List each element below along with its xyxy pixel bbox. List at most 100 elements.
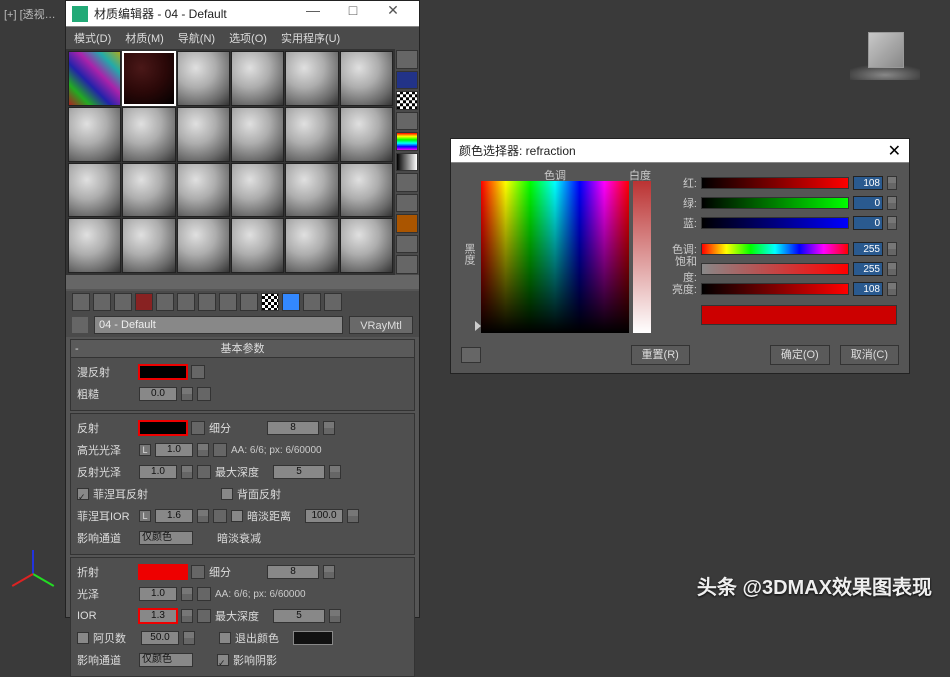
select-by-material-icon[interactable]: [396, 194, 418, 213]
spin-buttons[interactable]: [887, 282, 897, 296]
maximize-button[interactable]: □: [333, 2, 373, 26]
put-to-scene-icon[interactable]: [93, 293, 111, 311]
diffuse-swatch[interactable]: [139, 365, 187, 379]
sat-value[interactable]: 255: [853, 262, 883, 276]
spin-buttons[interactable]: [887, 196, 897, 210]
material-name-input[interactable]: [94, 316, 343, 334]
spin-buttons[interactable]: [197, 443, 209, 457]
spin-buttons[interactable]: [323, 421, 335, 435]
refract-swatch[interactable]: [139, 565, 187, 579]
material-slot[interactable]: [231, 218, 284, 273]
menu-options[interactable]: 选项(O): [229, 30, 267, 46]
hue-value[interactable]: 255: [853, 242, 883, 256]
view-cube[interactable]: [850, 30, 920, 80]
hilight-gloss-spinner[interactable]: 1.0: [155, 443, 193, 457]
axis-gizmo[interactable]: [8, 544, 58, 594]
sample-scrollbar[interactable]: [66, 275, 419, 289]
abbe-spinner[interactable]: 50.0: [141, 631, 179, 645]
tool-icon[interactable]: [396, 235, 418, 254]
affect-channel2-dropdown[interactable]: 仅颜色: [139, 653, 193, 667]
green-value[interactable]: 0: [853, 196, 883, 210]
reflect-map-button[interactable]: [191, 421, 205, 435]
material-slot[interactable]: [231, 107, 284, 162]
material-slot[interactable]: [177, 107, 230, 162]
get-material-icon[interactable]: [72, 293, 90, 311]
material-slot[interactable]: [285, 218, 338, 273]
fresnel-checkbox[interactable]: [77, 488, 89, 500]
dim-dist-spinner[interactable]: 100.0: [305, 509, 343, 523]
tool-icon[interactable]: [396, 255, 418, 274]
spin-buttons[interactable]: [183, 631, 195, 645]
material-slot[interactable]: [68, 107, 121, 162]
green-slider[interactable]: [701, 197, 849, 209]
material-slot[interactable]: [340, 107, 393, 162]
subdiv-spinner[interactable]: 8: [267, 421, 319, 435]
spin-buttons[interactable]: [181, 587, 193, 601]
material-slot[interactable]: [177, 51, 230, 106]
material-slot[interactable]: [122, 107, 175, 162]
material-slot[interactable]: [285, 107, 338, 162]
rough-spinner[interactable]: 0.0: [139, 387, 177, 401]
menu-util[interactable]: 实用程序(U): [281, 30, 340, 46]
go-to-parent-icon[interactable]: [282, 293, 300, 311]
material-slot[interactable]: [231, 51, 284, 106]
hue-slider[interactable]: [701, 243, 849, 255]
blue-slider[interactable]: [701, 217, 849, 229]
material-slot[interactable]: [68, 218, 121, 273]
affect-channel-dropdown[interactable]: 仅颜色: [139, 531, 193, 545]
cancel-button[interactable]: 取消(C): [840, 345, 899, 365]
rollout-header[interactable]: -基本参数: [71, 340, 414, 358]
menu-nav[interactable]: 导航(N): [178, 30, 215, 46]
val-value[interactable]: 108: [853, 282, 883, 296]
material-slot[interactable]: [68, 163, 121, 218]
max-depth2-spinner[interactable]: 5: [273, 609, 325, 623]
whiteness-slider[interactable]: 白度: [633, 181, 651, 333]
spin-buttons[interactable]: [323, 565, 335, 579]
tool-icon[interactable]: [324, 293, 342, 311]
pick-material-icon[interactable]: [72, 317, 88, 333]
material-id-icon[interactable]: [219, 293, 237, 311]
show-map-viewport-icon[interactable]: [261, 293, 279, 311]
material-slot[interactable]: [231, 163, 284, 218]
spin-buttons[interactable]: [181, 387, 193, 401]
put-to-library-icon[interactable]: [198, 293, 216, 311]
val-slider[interactable]: [701, 283, 849, 295]
sample-uv-icon[interactable]: [396, 112, 418, 131]
color-picker-titlebar[interactable]: 颜色选择器: refraction ✕: [451, 139, 909, 163]
make-copy-icon[interactable]: [156, 293, 174, 311]
material-slot[interactable]: [340, 218, 393, 273]
minimize-button[interactable]: —: [293, 2, 333, 26]
material-slot[interactable]: [285, 51, 338, 106]
spin-buttons[interactable]: [181, 609, 193, 623]
fresnel-ior-spinner[interactable]: 1.6: [155, 509, 193, 523]
map-button[interactable]: [197, 609, 211, 623]
sample-type-icon[interactable]: [396, 50, 418, 69]
map-button[interactable]: [197, 587, 211, 601]
ok-button[interactable]: 确定(O): [770, 345, 830, 365]
reset-map-icon[interactable]: [135, 293, 153, 311]
spin-buttons[interactable]: [181, 465, 193, 479]
sat-slider[interactable]: [701, 263, 849, 275]
exit-color-swatch[interactable]: [293, 631, 333, 645]
reflect-gloss-spinner[interactable]: 1.0: [139, 465, 177, 479]
refract-map-button[interactable]: [191, 565, 205, 579]
color-preview-swatch[interactable]: [701, 305, 897, 325]
go-forward-icon[interactable]: [303, 293, 321, 311]
back-reflect-checkbox[interactable]: [221, 488, 233, 500]
material-slot[interactable]: [122, 163, 175, 218]
reset-button[interactable]: 重置(R): [631, 345, 690, 365]
exit-color-checkbox[interactable]: [219, 632, 231, 644]
spin-buttons[interactable]: [887, 242, 897, 256]
dim-dist-checkbox[interactable]: [231, 510, 243, 522]
video-check-icon[interactable]: [396, 132, 418, 151]
backlight-icon[interactable]: [396, 71, 418, 90]
rough-map-button[interactable]: [197, 387, 211, 401]
hue-blackness-field[interactable]: 色调: [481, 181, 629, 333]
material-editor-titlebar[interactable]: 材质编辑器 - 04 - Default — □ ✕: [66, 1, 419, 27]
material-slot[interactable]: [177, 218, 230, 273]
material-slot[interactable]: [68, 51, 121, 106]
show-end-result-icon[interactable]: [240, 293, 258, 311]
lock-icon[interactable]: L: [139, 444, 151, 456]
close-button[interactable]: ✕: [373, 2, 413, 26]
eyedropper-icon[interactable]: [461, 347, 481, 363]
